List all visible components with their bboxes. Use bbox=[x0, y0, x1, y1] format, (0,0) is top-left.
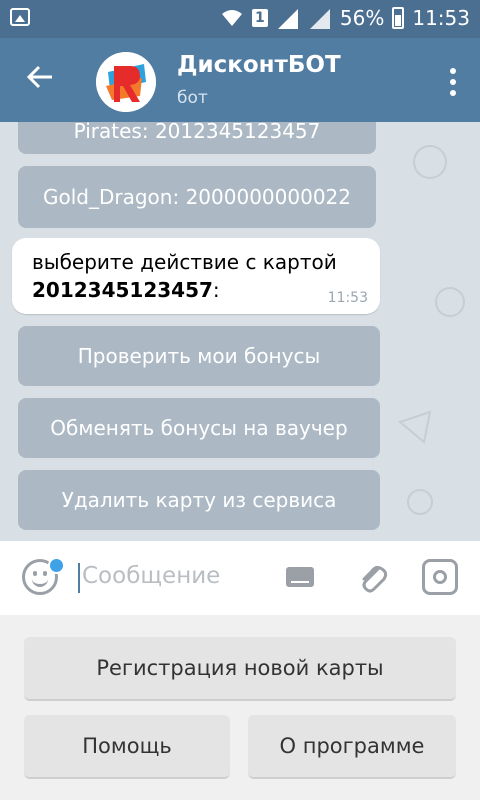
wifi-icon bbox=[221, 10, 242, 26]
battery-percent: 56% bbox=[339, 6, 385, 30]
message-input-bar: Сообщение bbox=[0, 541, 480, 616]
signal-2-icon bbox=[309, 9, 330, 29]
exchange-bonuses-button[interactable]: Обменять бонусы на ваучер bbox=[18, 398, 380, 458]
camera-icon[interactable] bbox=[422, 559, 458, 595]
bot-keyboard-icon[interactable] bbox=[286, 567, 314, 587]
bot-avatar[interactable] bbox=[96, 52, 156, 112]
message-text: выберите действие с картой bbox=[32, 250, 337, 274]
help-button[interactable]: Помощь bbox=[24, 715, 230, 779]
notification-dot bbox=[48, 557, 65, 574]
battery-icon bbox=[392, 7, 405, 29]
status-bar: 1 56% 11:53 bbox=[0, 0, 480, 38]
signal-icon bbox=[277, 9, 298, 29]
attach-icon[interactable] bbox=[356, 561, 388, 595]
inline-button-pirates[interactable]: Pirates: 2012345123457 bbox=[18, 122, 376, 154]
chat-area[interactable]: Pirates: 2012345123457 Gold_Dragon: 2000… bbox=[0, 122, 480, 541]
about-button[interactable]: О программе bbox=[248, 715, 456, 779]
message-card-number: 2012345123457: bbox=[32, 278, 220, 302]
register-new-card-button[interactable]: Регистрация новой карты bbox=[24, 637, 456, 701]
chat-subtitle: бот bbox=[177, 88, 208, 108]
chat-title: ДисконтБОТ bbox=[177, 52, 341, 78]
clock: 11:53 bbox=[412, 6, 470, 30]
gallery-notification-icon bbox=[10, 8, 30, 26]
inline-button-gold-dragon[interactable]: Gold_Dragon: 2000000000022 bbox=[18, 166, 376, 228]
chat-header: ДисконтБОТ бот bbox=[0, 38, 480, 122]
text-caret bbox=[78, 563, 80, 593]
message-bubble: выберите действие с картой 2012345123457… bbox=[12, 238, 380, 314]
back-arrow-icon[interactable] bbox=[26, 60, 54, 100]
more-menu-icon[interactable] bbox=[450, 68, 456, 96]
message-time: 11:53 bbox=[327, 290, 368, 306]
check-bonuses-button[interactable]: Проверить мои бонусы bbox=[18, 326, 380, 386]
delete-card-button[interactable]: Удалить карту из сервиса bbox=[18, 470, 380, 530]
message-input[interactable]: Сообщение bbox=[82, 563, 220, 589]
reply-keyboard: Регистрация новой карты Помощь О програм… bbox=[0, 615, 480, 800]
sim-slot-indicator: 1 bbox=[251, 9, 268, 27]
